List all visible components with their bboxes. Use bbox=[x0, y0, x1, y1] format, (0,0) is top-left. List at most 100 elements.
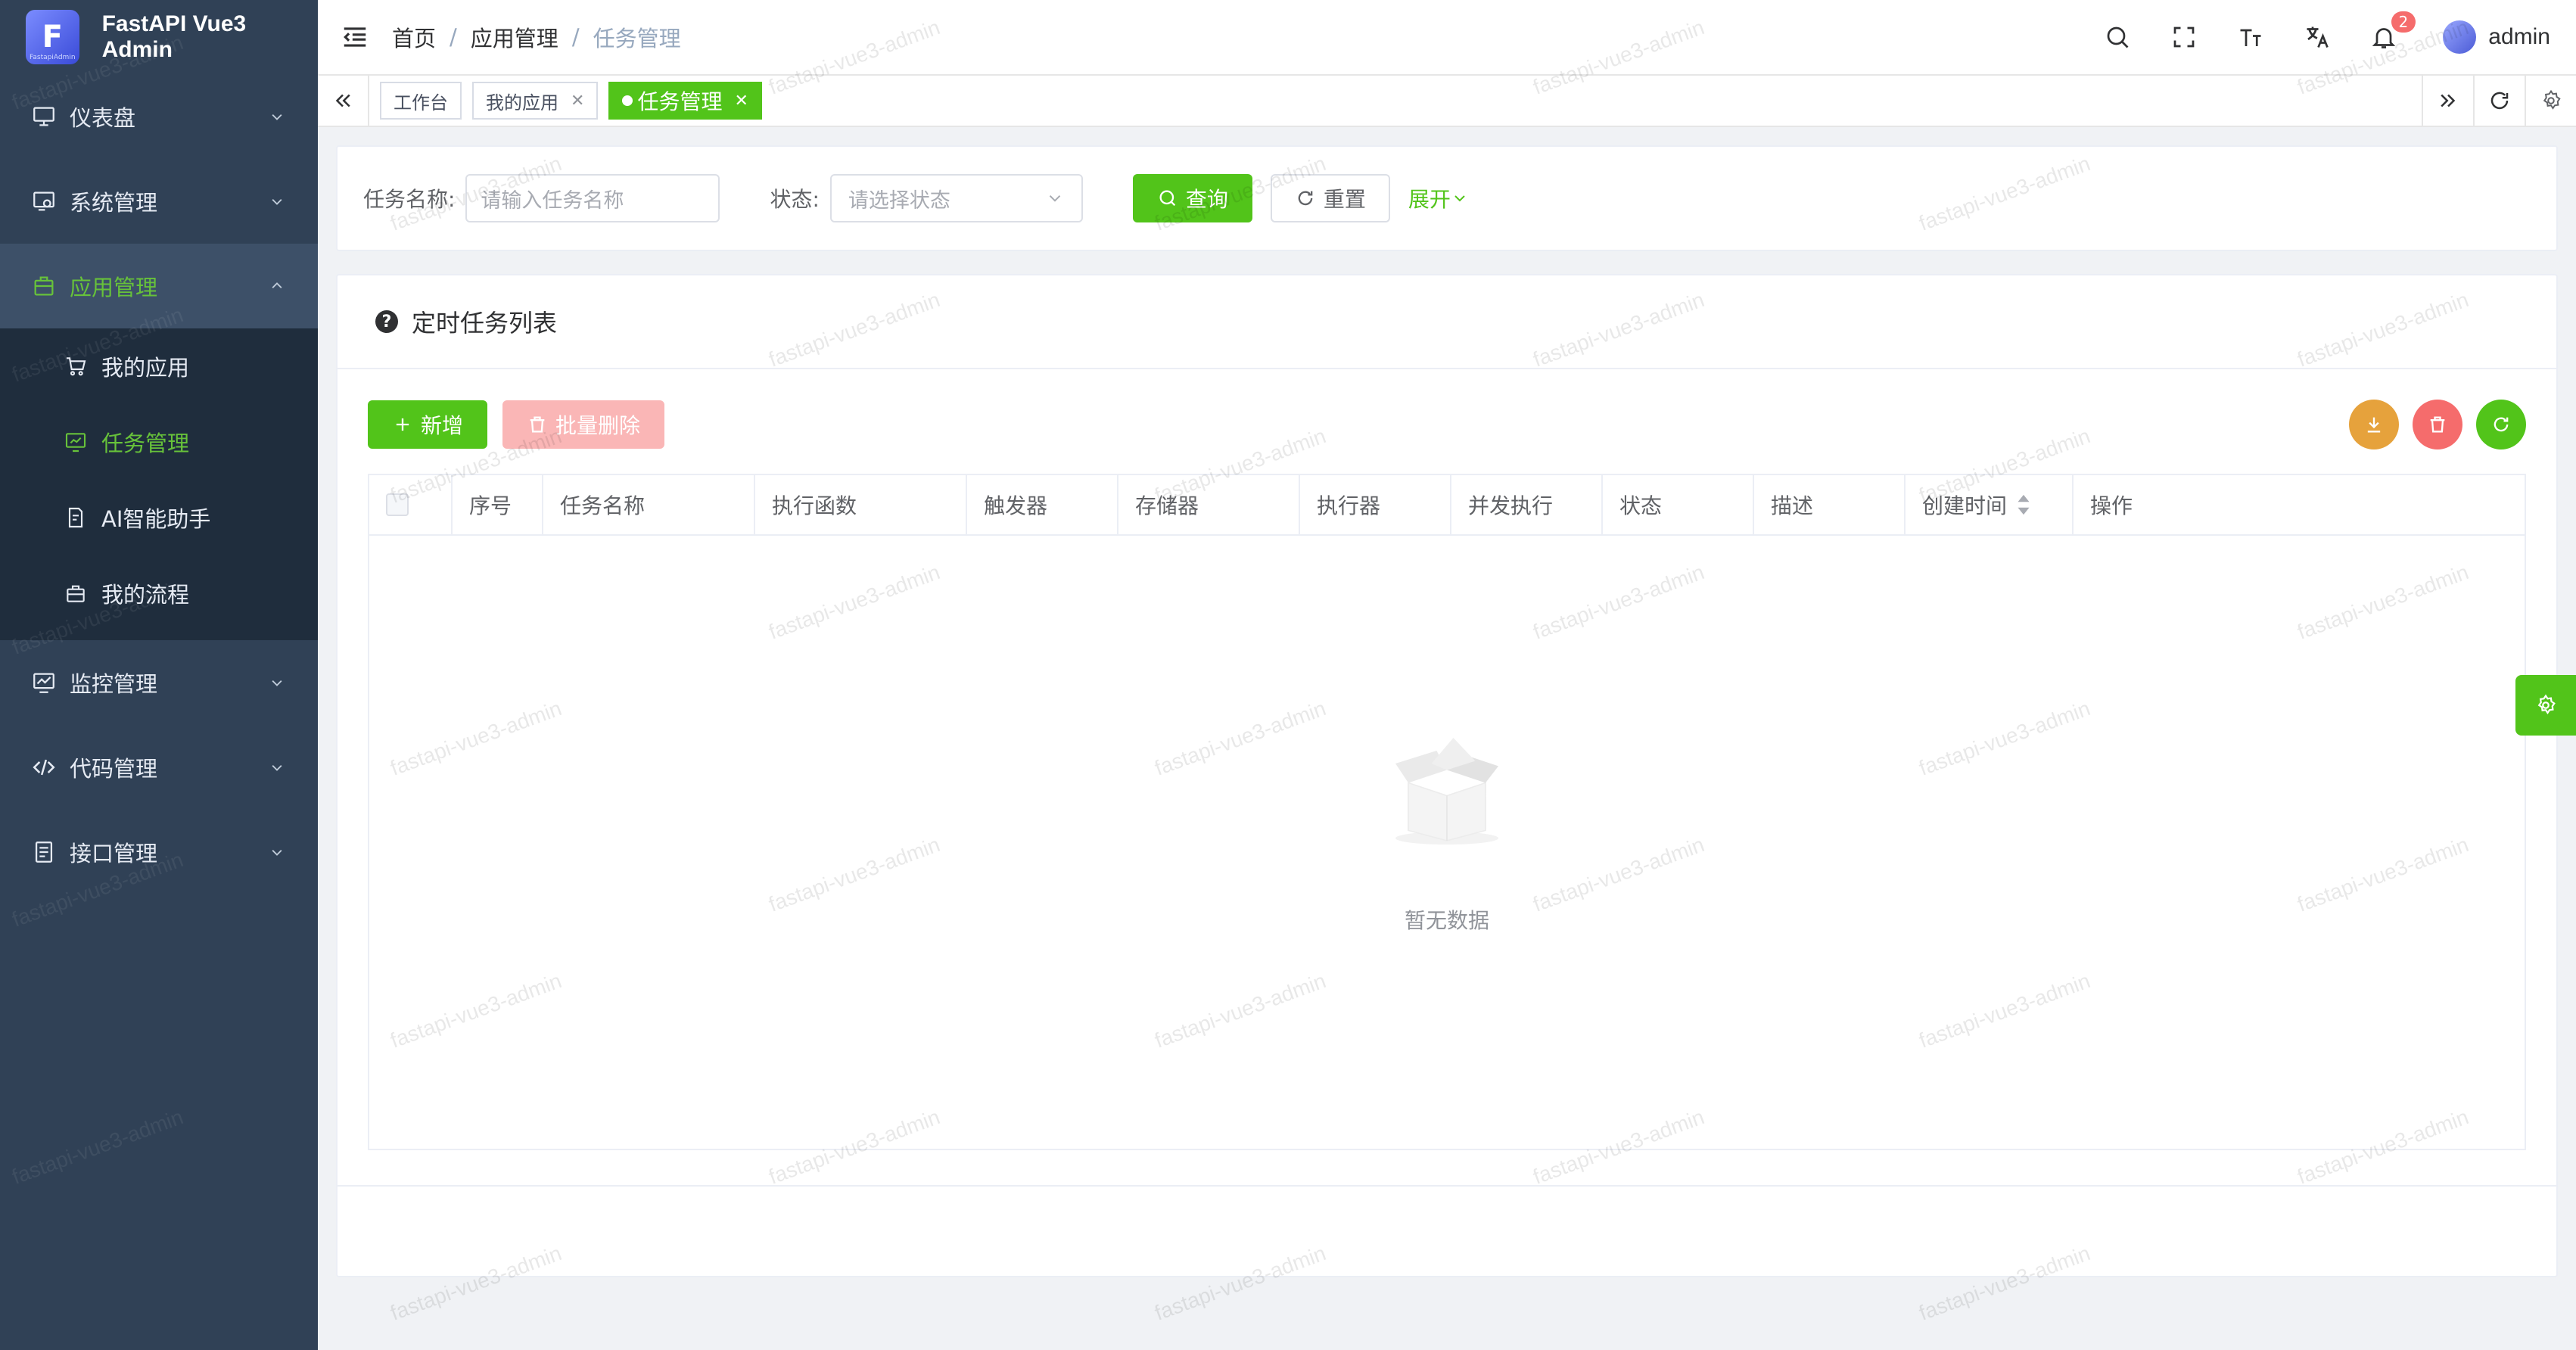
add-button[interactable]: 新增 bbox=[368, 400, 488, 449]
sortable-column-header[interactable]: 创建时间 bbox=[1906, 475, 2074, 534]
chevron-down-icon bbox=[272, 680, 282, 686]
settings-monitor-icon bbox=[29, 186, 59, 216]
watermark-text: fastapi-vue3-admin bbox=[8, 1105, 187, 1189]
breadcrumb-home[interactable]: 首页 bbox=[392, 21, 436, 53]
chevron-down-icon bbox=[272, 850, 282, 856]
gear-icon bbox=[2537, 694, 2556, 715]
refresh-icon bbox=[1298, 191, 1313, 206]
task-name-label: 任务名称: bbox=[363, 187, 456, 212]
sidebar-item-apps[interactable]: 应用管理 bbox=[0, 244, 318, 328]
submenu-apps: 我的应用 任务管理 AI智能助手 我的流程 bbox=[0, 328, 318, 640]
sort-icon bbox=[2018, 494, 2030, 515]
tab-my-apps[interactable]: 我的应用 ✕ bbox=[472, 82, 599, 120]
column-header: 执行函数 bbox=[755, 475, 967, 534]
briefcase-icon bbox=[29, 271, 59, 301]
column-header: 执行器 bbox=[1300, 475, 1451, 534]
expand-label: 展开 bbox=[1408, 187, 1451, 212]
top-header: 首页 / 应用管理 / 任务管理 2 admin bbox=[318, 0, 2576, 76]
column-header: 并发执行 bbox=[1451, 475, 1603, 534]
sidebar-item-tasks[interactable]: 任务管理 bbox=[0, 404, 318, 480]
trash-icon bbox=[2430, 416, 2445, 433]
column-header: 描述 bbox=[1754, 475, 1906, 534]
sidebar-item-api[interactable]: 接口管理 bbox=[0, 810, 318, 894]
tabs-bar: 工作台 我的应用 ✕ 任务管理 ✕ bbox=[318, 75, 2576, 127]
column-header: 操作 bbox=[2090, 493, 2133, 518]
search-icon[interactable] bbox=[2102, 22, 2133, 52]
bell-icon[interactable]: 2 bbox=[2369, 11, 2416, 52]
tabs-scroll-left-button[interactable] bbox=[318, 75, 369, 126]
username[interactable]: admin bbox=[2488, 24, 2550, 50]
card-title: 定时任务列表 bbox=[412, 309, 558, 338]
breadcrumb: 首页 / 应用管理 / 任务管理 bbox=[392, 21, 681, 53]
sidebar-item-code[interactable]: 代码管理 bbox=[0, 725, 318, 810]
task-name-input[interactable]: 请输入任务名称 bbox=[465, 174, 720, 222]
batch-delete-label: 批量删除 bbox=[555, 413, 641, 438]
monitor-icon bbox=[29, 101, 59, 132]
sidebar-item-ai-assistant[interactable]: AI智能助手 bbox=[0, 480, 318, 555]
sidebar-item-label: 代码管理 bbox=[70, 756, 158, 782]
tab-task-management[interactable]: 任务管理 ✕ bbox=[608, 82, 762, 120]
close-icon[interactable]: ✕ bbox=[571, 92, 584, 110]
select-all-cell bbox=[369, 475, 453, 534]
sidebar-item-my-flows[interactable]: 我的流程 bbox=[0, 555, 318, 631]
avatar[interactable] bbox=[2443, 20, 2477, 54]
app-logo: F FastapiAdmin bbox=[26, 10, 79, 64]
export-button[interactable] bbox=[2349, 400, 2399, 449]
empty-box-icon bbox=[1395, 738, 1498, 845]
active-dot-icon bbox=[622, 95, 633, 106]
breadcrumb-current: 任务管理 bbox=[593, 26, 681, 51]
notification-badge: 2 bbox=[2391, 11, 2416, 33]
sidebar-item-dashboard[interactable]: 仪表盘 bbox=[0, 74, 318, 159]
cart-icon bbox=[61, 351, 91, 381]
sidebar-item-label: 任务管理 bbox=[101, 431, 190, 456]
sidebar-item-monitor[interactable]: 监控管理 bbox=[0, 640, 318, 725]
sidebar-item-system[interactable]: 系统管理 bbox=[0, 159, 318, 244]
empty-state: 暂无数据 bbox=[369, 725, 2525, 935]
pagination-area bbox=[338, 1185, 2556, 1276]
fullscreen-icon[interactable] bbox=[2169, 22, 2199, 52]
empty-text: 暂无数据 bbox=[1404, 908, 1489, 933]
tab-settings-button[interactable] bbox=[2525, 75, 2576, 126]
bag-icon bbox=[61, 578, 91, 608]
sidebar-item-label: 我的流程 bbox=[101, 582, 190, 608]
status-placeholder: 请选择状态 bbox=[848, 188, 950, 213]
question-icon[interactable]: ? bbox=[375, 310, 398, 333]
table-header: 序号 任务名称 执行函数 触发器 存储器 执行器 并发执行 状态 描述 创建时间… bbox=[369, 475, 2525, 536]
tab-workbench[interactable]: 工作台 bbox=[380, 82, 462, 120]
refresh-button[interactable] bbox=[2473, 75, 2525, 126]
query-button[interactable]: 查询 bbox=[1132, 174, 1252, 222]
reset-button-label: 重置 bbox=[1323, 187, 1366, 212]
tabs-scroll-right-button[interactable] bbox=[2422, 75, 2473, 126]
close-icon[interactable]: ✕ bbox=[734, 92, 748, 110]
refresh-icon bbox=[2494, 417, 2509, 432]
trash-icon bbox=[530, 416, 545, 433]
sidebar-item-label: 应用管理 bbox=[70, 275, 158, 300]
tab-label: 工作台 bbox=[394, 92, 448, 114]
column-header: 状态 bbox=[1603, 475, 1754, 534]
delete-all-button[interactable] bbox=[2413, 400, 2462, 449]
chevron-up-icon bbox=[272, 282, 282, 288]
chevron-down-icon bbox=[272, 765, 282, 771]
sidebar-item-my-apps[interactable]: 我的应用 bbox=[0, 328, 318, 404]
font-size-icon[interactable] bbox=[2235, 22, 2266, 52]
status-label: 状态: bbox=[770, 187, 820, 212]
reset-button[interactable]: 重置 bbox=[1270, 174, 1390, 222]
reload-button[interactable] bbox=[2476, 400, 2526, 449]
batch-delete-button[interactable]: 批量删除 bbox=[502, 400, 665, 449]
search-icon bbox=[1159, 190, 1176, 207]
floating-settings-button[interactable] bbox=[2515, 675, 2576, 736]
code-icon bbox=[29, 752, 59, 782]
status-select[interactable]: 请选择状态 bbox=[829, 174, 1083, 222]
list-icon bbox=[29, 837, 59, 867]
monitor-chart-icon bbox=[29, 667, 59, 698]
select-all-checkbox[interactable] bbox=[386, 493, 409, 516]
plus-icon bbox=[396, 418, 409, 431]
sidebar: F FastapiAdmin FastAPI Vue3 Admin 仪表盘 系统管… bbox=[0, 0, 318, 1350]
breadcrumb-apps[interactable]: 应用管理 bbox=[471, 21, 558, 53]
app-logo-area[interactable]: F FastapiAdmin FastAPI Vue3 Admin bbox=[0, 0, 318, 74]
expand-toggle[interactable]: 展开 bbox=[1408, 183, 1469, 213]
translate-icon[interactable] bbox=[2302, 22, 2332, 52]
chevron-down-icon bbox=[1049, 195, 1061, 202]
menu-fold-icon[interactable] bbox=[341, 23, 369, 51]
sidebar-item-label: 系统管理 bbox=[70, 190, 158, 216]
